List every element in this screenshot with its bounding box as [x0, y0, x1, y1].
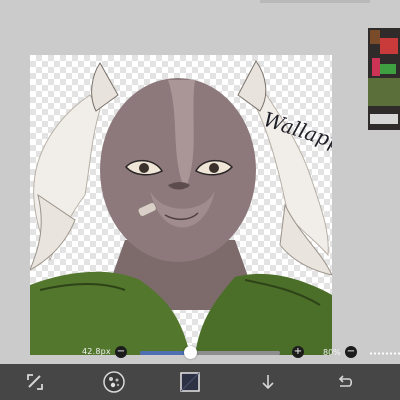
slider-knob[interactable]: [183, 346, 197, 359]
brush-size-increase-button[interactable]: +: [292, 346, 304, 358]
arrow-down-icon: [262, 375, 274, 390]
color-swatch-button[interactable]: [177, 370, 203, 394]
brush-preview-button[interactable]: [101, 370, 127, 394]
bottom-toolbar: [0, 364, 400, 400]
undo-button[interactable]: [332, 370, 358, 394]
brush-size-label: 42.8px: [82, 347, 111, 356]
brush-texture-icon: [103, 371, 125, 393]
download-button[interactable]: [255, 370, 281, 394]
drawing-canvas[interactable]: Wallapple: [30, 55, 332, 355]
brush-opacity-label: 80%: [323, 348, 341, 357]
reference-thumbnail[interactable]: [368, 28, 400, 130]
brush-opacity-decrease-button[interactable]: −: [345, 346, 357, 358]
slider-track-remaining: [190, 351, 280, 355]
top-edge-strip: [260, 0, 370, 3]
opacity-slider-dots[interactable]: [369, 352, 400, 355]
transform-tool-button[interactable]: [22, 370, 48, 394]
undo-arrow-icon: [338, 375, 353, 387]
brush-size-slider[interactable]: [140, 351, 280, 355]
brush-size-decrease-button[interactable]: −: [115, 346, 127, 358]
color-square-icon: [180, 372, 200, 392]
reference-image: [368, 28, 400, 130]
drawing-app-screen: Wallapple 42.8px − + 80% −: [0, 0, 400, 400]
artwork-illustration: Wallapple: [30, 60, 332, 355]
transform-icon: [27, 374, 43, 390]
